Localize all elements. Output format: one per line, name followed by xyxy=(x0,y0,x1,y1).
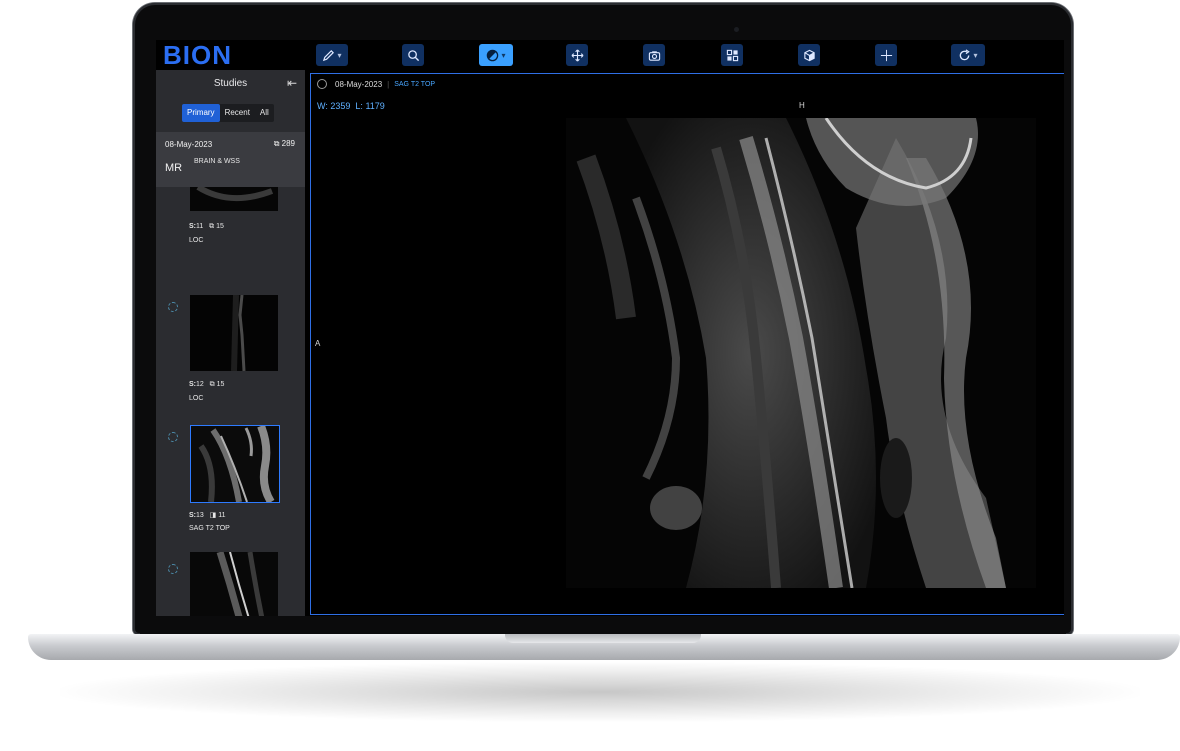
series-meta: S:13 ◨ 11 xyxy=(189,512,226,519)
tab-recent[interactable]: Recent xyxy=(220,104,255,122)
list-item[interactable]: S:14 ◨ 11 xyxy=(156,552,305,616)
cube-icon: ◨ xyxy=(209,512,217,519)
viewport-series-label: SAG T2 TOP xyxy=(394,80,436,88)
copy-stack-icon: ⧉ xyxy=(273,139,280,148)
loading-indicator xyxy=(168,432,178,442)
study-card[interactable]: 08-May-2023 ⧉ 289 MR BRAIN & WSS xyxy=(156,132,305,187)
orientation-left: A xyxy=(315,339,321,348)
cube-icon xyxy=(803,49,815,61)
laptop-bezel xyxy=(140,615,1066,635)
images-icon: ⧉ xyxy=(209,223,215,230)
camera-icon xyxy=(648,50,660,61)
rotate-icon xyxy=(960,48,971,60)
series-thumbnail[interactable] xyxy=(190,552,278,616)
laptop-shadow xyxy=(60,662,1140,722)
sync-toggle[interactable] xyxy=(317,79,327,89)
series-name: LOC xyxy=(189,237,204,244)
images-icon: ⧉ xyxy=(209,381,215,388)
pan-tool-button[interactable] xyxy=(566,44,588,66)
zoom-tool-button[interactable] xyxy=(402,44,424,66)
crosshair-icon xyxy=(880,49,892,61)
orientation-top: H xyxy=(799,101,805,110)
viewport-header: 08-May-2023 | SAG T2 TOP xyxy=(317,79,435,89)
webcam xyxy=(734,27,739,32)
series-thumbnail[interactable] xyxy=(190,187,278,211)
mri-image xyxy=(566,118,1036,588)
app-screen: BION ▾ ▾ ▾ Studies ⇤ Primary Recent All xyxy=(156,40,1064,616)
collapse-sidebar-icon[interactable]: ⇤ xyxy=(287,76,297,90)
image-viewport[interactable]: 08-May-2023 | SAG T2 TOP W: 2359 L: 1179… xyxy=(310,73,1064,615)
chevron-down-icon: ▾ xyxy=(973,50,978,60)
tab-primary[interactable]: Primary xyxy=(182,104,220,122)
series-thumbnail[interactable] xyxy=(190,295,278,371)
tab-all[interactable]: All xyxy=(255,104,274,122)
laptop-notch xyxy=(505,634,701,643)
study-image-count: ⧉ 289 xyxy=(273,139,295,148)
layout-tool-button[interactable] xyxy=(721,44,743,66)
series-thumbnail-selected[interactable] xyxy=(190,425,280,503)
chevron-down-icon: ▾ xyxy=(337,50,342,60)
study-description: BRAIN & WSS xyxy=(194,158,240,165)
loading-indicator xyxy=(168,302,178,312)
contrast-icon xyxy=(487,49,499,61)
app-logo: BION xyxy=(163,40,232,70)
series-meta: S:11 ⧉ 15 xyxy=(189,223,224,230)
study-filter-tabs: Primary Recent All xyxy=(182,104,274,122)
list-item[interactable]: S:12 ⧉ 15 LOC xyxy=(156,295,305,415)
list-item[interactable]: S:11 ⧉ 15 LOC xyxy=(156,187,305,277)
layout-grid-icon xyxy=(726,49,738,61)
study-modality: MR xyxy=(165,162,183,174)
level-value: 1179 xyxy=(365,101,385,111)
studies-sidebar: Studies ⇤ Primary Recent All 08-May-2023… xyxy=(156,70,305,616)
list-item[interactable]: S:13 ◨ 11 SAG T2 TOP xyxy=(156,425,305,545)
rotate-tool-button[interactable]: ▾ xyxy=(951,44,985,66)
3d-tool-button[interactable] xyxy=(798,44,820,66)
sidebar-title: Studies xyxy=(213,78,248,89)
crosshair-tool-button[interactable] xyxy=(875,44,897,66)
snapshot-tool-button[interactable] xyxy=(643,44,665,66)
loading-indicator xyxy=(168,564,178,574)
series-name: LOC xyxy=(189,395,204,402)
chevron-down-icon: ▾ xyxy=(501,50,506,60)
magnifier-icon xyxy=(407,49,419,61)
pencil-icon xyxy=(323,49,335,61)
pan-arrows-icon xyxy=(571,49,583,61)
window-level-readout: W: 2359 L: 1179 xyxy=(317,101,385,111)
window-level-tool-button[interactable]: ▾ xyxy=(479,44,513,66)
series-name: SAG T2 TOP xyxy=(189,525,230,532)
viewport-date: 08-May-2023 xyxy=(335,79,383,89)
window-value: 2359 xyxy=(330,101,351,111)
series-meta: S:12 ⧉ 15 xyxy=(189,381,225,388)
study-date: 08-May-2023 xyxy=(165,140,213,149)
annotate-tool-button[interactable]: ▾ xyxy=(316,44,348,66)
